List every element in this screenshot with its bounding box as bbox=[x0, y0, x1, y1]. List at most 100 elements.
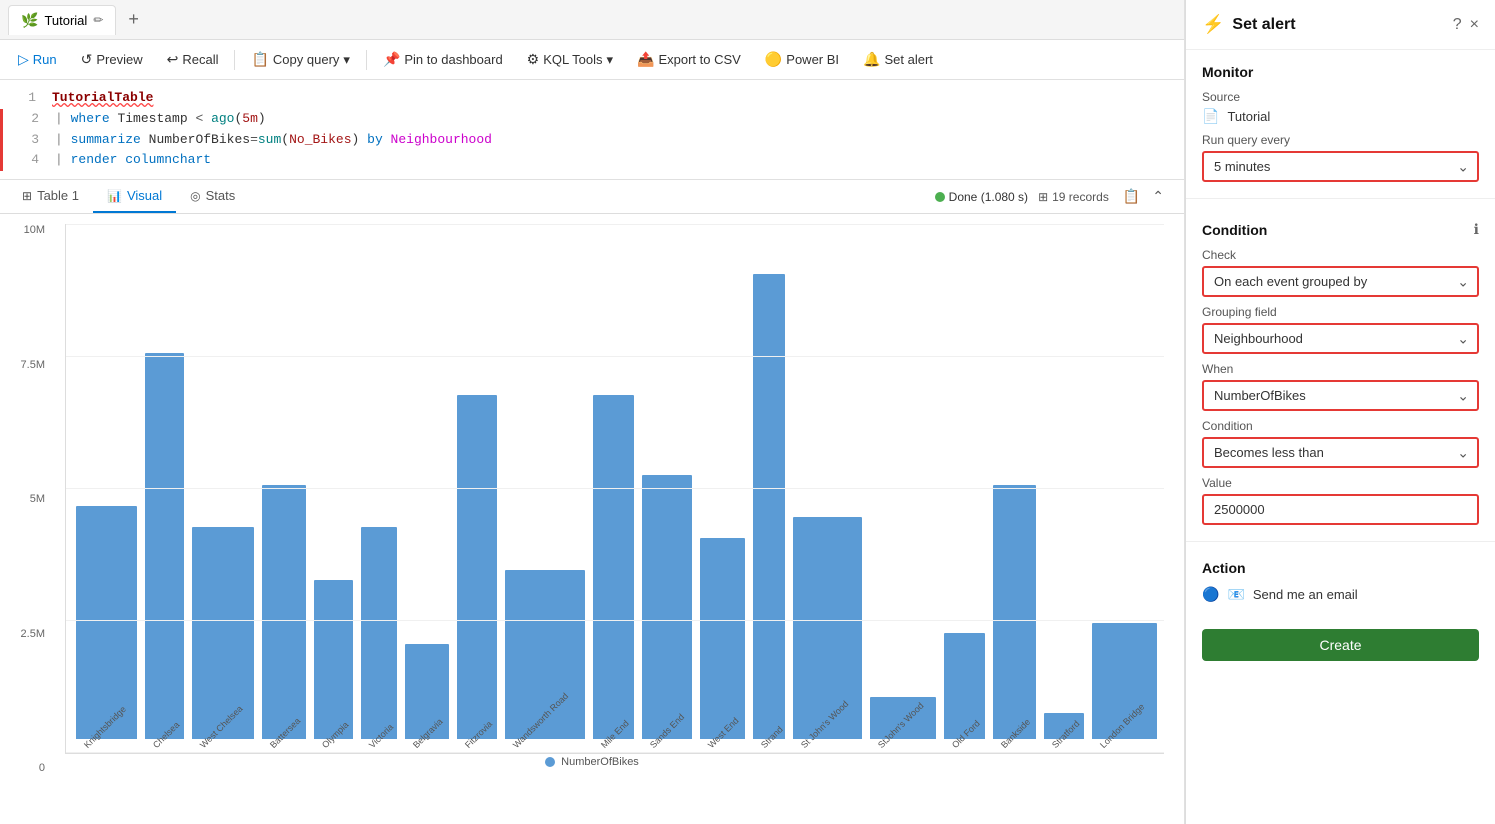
chart-bar bbox=[993, 485, 1036, 739]
condition-select-wrapper: Becomes less than Becomes greater than I… bbox=[1202, 437, 1479, 468]
condition-select[interactable]: Becomes less than Becomes greater than I… bbox=[1202, 437, 1479, 468]
export-button[interactable]: 📤 Export to CSV bbox=[627, 46, 751, 73]
panel-header: ⚡ Set alert ? × bbox=[1186, 0, 1495, 50]
stats-tab-icon: ◎ bbox=[190, 189, 200, 203]
legend-dot bbox=[545, 757, 555, 767]
results-tabs-left: ⊞ Table 1 📊 Visual ◎ Stats bbox=[8, 180, 249, 213]
condition-section: Condition ℹ Check On each event grouped … bbox=[1186, 207, 1495, 533]
tab-edit-icon[interactable]: ✏ bbox=[93, 13, 103, 27]
chart-bar bbox=[76, 506, 137, 739]
y-label-75m: 7.5M bbox=[10, 359, 45, 371]
tab-visual[interactable]: 📊 Visual bbox=[93, 180, 176, 213]
action-section: Action 🔵 📧 Send me an email bbox=[1186, 550, 1495, 621]
pin-button[interactable]: 📌 Pin to dashboard bbox=[373, 46, 513, 73]
source-item: 📄 Tutorial bbox=[1202, 108, 1479, 125]
code-content-3: | summarize NumberOfBikes=sum(No_Bikes) … bbox=[55, 130, 492, 151]
copy-chevron-icon: ▾ bbox=[343, 52, 350, 68]
chart-bar bbox=[700, 538, 745, 739]
y-label-10m: 10M bbox=[10, 224, 45, 236]
panel-divider-1 bbox=[1186, 198, 1495, 199]
chart-bar-wrapper: Sands End bbox=[642, 224, 692, 753]
preview-button[interactable]: ↺ Preview bbox=[71, 46, 153, 73]
powerbi-button[interactable]: 🟡 Power BI bbox=[755, 46, 849, 73]
powerbi-icon: 🟡 bbox=[765, 51, 782, 68]
check-select-wrapper: On each event grouped by On each event A… bbox=[1202, 266, 1479, 297]
chart-y-labels: 10M 7.5M 5M 2.5M 0 bbox=[10, 224, 45, 774]
status-text: Done (1.080 s) bbox=[949, 190, 1028, 204]
y-label-25m: 2.5M bbox=[10, 628, 45, 640]
code-line-2: 2 | where Timestamp < ago(5m) bbox=[0, 109, 1184, 130]
condition-label: Condition bbox=[1202, 419, 1479, 433]
tab-tutorial[interactable]: 🌿 Tutorial ✏ bbox=[8, 5, 116, 35]
value-label: Value bbox=[1202, 476, 1479, 490]
status-dot bbox=[935, 192, 945, 202]
chart-bar bbox=[457, 395, 497, 739]
chart-bar-wrapper: Battersea bbox=[262, 224, 307, 753]
code-line-1: 1 TutorialTable bbox=[0, 88, 1184, 109]
code-editor[interactable]: 1 TutorialTable 2 | where Timestamp < ag… bbox=[0, 80, 1184, 180]
recall-button[interactable]: ↩ Recall bbox=[157, 46, 229, 73]
tab-bar: 🌿 Tutorial ✏ + bbox=[0, 0, 1184, 40]
alert-icon: 🔔 bbox=[863, 51, 880, 68]
code-content-2: | where Timestamp < ago(5m) bbox=[55, 109, 266, 130]
set-alert-button[interactable]: 🔔 Set alert bbox=[853, 46, 943, 73]
panel-close-button[interactable]: × bbox=[1470, 16, 1479, 34]
kql-button[interactable]: ⚙ KQL Tools ▾ bbox=[517, 46, 623, 73]
grouping-select-wrapper: Neighbourhood Other bbox=[1202, 323, 1479, 354]
condition-info-icon[interactable]: ℹ bbox=[1474, 221, 1479, 238]
chart-bar-wrapper: Fitzrovia bbox=[457, 224, 497, 753]
chart-bar-wrapper: Strand bbox=[753, 224, 786, 753]
create-button[interactable]: Create bbox=[1202, 629, 1479, 661]
chart-bar-wrapper: West End bbox=[700, 224, 745, 753]
chart-bar bbox=[262, 485, 307, 739]
chart-bar-wrapper: Olympia bbox=[314, 224, 353, 753]
tab-label: Tutorial bbox=[44, 13, 87, 28]
copy-results-button[interactable]: 📋 bbox=[1119, 184, 1144, 209]
tutorial-icon: 🌿 bbox=[21, 12, 38, 29]
when-select[interactable]: NumberOfBikes bbox=[1202, 380, 1479, 411]
panel-header-actions: ? × bbox=[1453, 16, 1479, 34]
when-label: When bbox=[1202, 362, 1479, 376]
pin-icon: 📌 bbox=[383, 51, 400, 68]
chart-bar-wrapper: StJohn's Wood bbox=[870, 224, 936, 753]
kql-chevron-icon: ▾ bbox=[607, 52, 614, 68]
chart-bar bbox=[642, 475, 692, 739]
check-select[interactable]: On each event grouped by On each event A… bbox=[1202, 266, 1479, 297]
monitor-section-title: Monitor bbox=[1202, 64, 1479, 80]
panel-help-button[interactable]: ? bbox=[1453, 16, 1462, 34]
chart-bars-container: KnightsbridgeChelseaWest ChelseaBatterse… bbox=[65, 224, 1164, 754]
line-number-1: 1 bbox=[8, 88, 36, 109]
chart-bar-wrapper: Old Ford bbox=[944, 224, 985, 753]
results-status: Done (1.080 s) ⊞ 19 records 📋 ⌃ bbox=[935, 184, 1176, 209]
records-info: ⊞ 19 records bbox=[1038, 190, 1109, 204]
results-area: ⊞ Table 1 📊 Visual ◎ Stats Done (1.080 s… bbox=[0, 180, 1184, 824]
run-button[interactable]: ▷ Run bbox=[8, 46, 67, 73]
line-number-4: 4 bbox=[11, 150, 39, 171]
y-label-5m: 5M bbox=[10, 493, 45, 505]
chart-bar bbox=[753, 274, 786, 739]
run-icon: ▷ bbox=[18, 51, 29, 68]
copy-query-button[interactable]: 📋 Copy query ▾ bbox=[241, 46, 359, 73]
grouping-select[interactable]: Neighbourhood Other bbox=[1202, 323, 1479, 354]
expand-results-button[interactable]: ⌃ bbox=[1148, 184, 1168, 209]
tab-stats[interactable]: ◎ Stats bbox=[176, 180, 249, 213]
toolbar: ▷ Run ↺ Preview ↩ Recall 📋 Copy query ▾ … bbox=[0, 40, 1184, 80]
chart-bar-wrapper: St John's Wood bbox=[793, 224, 862, 753]
right-panel: ⚡ Set alert ? × Monitor Source 📄 Tutoria… bbox=[1185, 0, 1495, 824]
chart-bar-wrapper: Wandsworth Road bbox=[505, 224, 585, 753]
chart-bar bbox=[593, 395, 634, 739]
send-email-option[interactable]: 🔵 📧 Send me an email bbox=[1202, 586, 1479, 603]
value-input[interactable] bbox=[1202, 494, 1479, 525]
chart-bar-wrapper: Bankside bbox=[993, 224, 1036, 753]
chart-bar-wrapper: Stratford bbox=[1044, 224, 1085, 753]
chart-bar bbox=[314, 580, 353, 739]
chart-bar-wrapper: London Bridge bbox=[1092, 224, 1157, 753]
tab-table1[interactable]: ⊞ Table 1 bbox=[8, 180, 93, 213]
grouping-label: Grouping field bbox=[1202, 305, 1479, 319]
chart-bar bbox=[192, 527, 254, 739]
run-query-select[interactable]: 5 minutes 1 minute 10 minutes 30 minutes… bbox=[1202, 151, 1479, 182]
export-icon: 📤 bbox=[637, 51, 654, 68]
kql-icon: ⚙ bbox=[527, 51, 540, 68]
status-done: Done (1.080 s) bbox=[935, 190, 1028, 204]
add-tab-button[interactable]: + bbox=[120, 5, 147, 34]
